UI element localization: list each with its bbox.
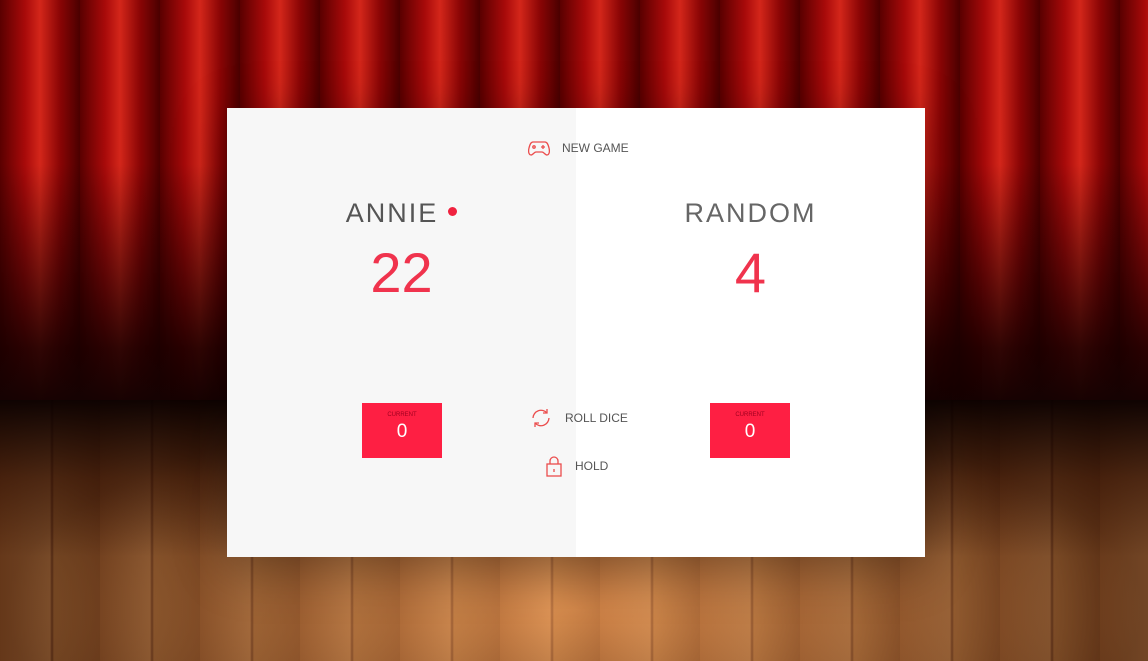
player-1-current-box: CURRENT 0	[710, 403, 790, 458]
lock-icon	[546, 456, 562, 477]
player-1-current-score: 0	[744, 421, 756, 442]
hold-label: HOLD	[575, 459, 609, 473]
player-1-score: 4	[734, 241, 767, 304]
player-1-name: RANDOM	[684, 198, 817, 228]
roll-dice-button[interactable]: ROLL DICE	[529, 406, 628, 430]
player-0-current-score: 0	[396, 421, 408, 442]
player-1-current-label: CURRENT	[735, 412, 765, 418]
player-0-current-label: CURRENT	[387, 412, 417, 418]
player-0-panel: ANNIE 22 CURRENT 0	[227, 108, 576, 557]
roll-dice-label: ROLL DICE	[565, 411, 628, 425]
player-0-score: 22	[370, 241, 433, 304]
player-0-name: ANNIE	[345, 198, 439, 228]
gamepad-icon	[528, 141, 550, 156]
game-panel: ANNIE 22 CURRENT 0 RANDOM 4 CURRENT 0 NE…	[227, 108, 925, 557]
active-player-dot-icon	[448, 207, 458, 217]
player-0-name-row: ANNIE	[227, 198, 576, 229]
new-game-button[interactable]: NEW GAME	[528, 140, 629, 156]
hold-button[interactable]: HOLD	[545, 455, 608, 477]
player-0-current-box: CURRENT 0	[362, 403, 442, 458]
player-1-panel: RANDOM 4 CURRENT 0	[576, 108, 925, 557]
new-game-label: NEW GAME	[562, 141, 629, 155]
refresh-icon	[532, 409, 550, 427]
